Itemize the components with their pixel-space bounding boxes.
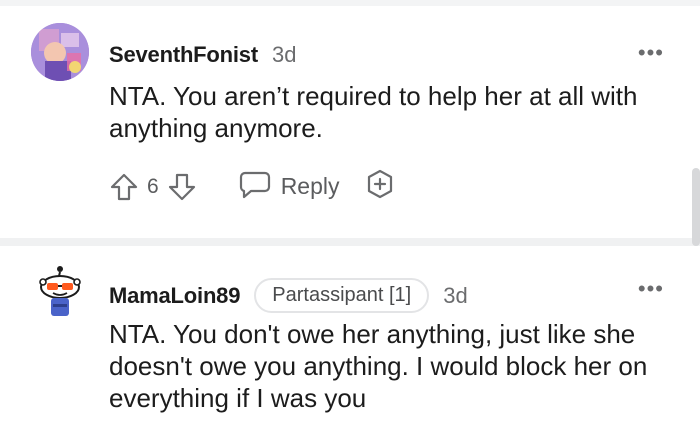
comment-body: NTA. You don't owe her anything, just li… [109,319,648,413]
reply-label: Reply [280,173,340,199]
speech-bubble-icon [239,169,271,204]
comment-age: 3d [443,282,468,308]
reply-button[interactable]: Reply [239,169,340,204]
user-flair-badge: Partassipant [1] [254,278,430,313]
comment-age: 3d [271,42,297,67]
user-avatar[interactable] [31,260,89,318]
scrollbar[interactable] [692,168,700,246]
comment-body: NTA. You aren’t required to help her at … [109,81,638,143]
downvote-arrow-icon[interactable] [167,172,197,202]
more-options-icon[interactable]: ••• [638,276,664,302]
more-options-icon[interactable]: ••• [638,40,664,66]
username[interactable]: MamaLoin89 [109,283,240,309]
comment-actions: 6 Reply [109,168,396,205]
comment-2: MamaLoin89 Partassipant [1] 3d ••• NTA. … [0,246,700,437]
username[interactable]: SeventhFonist [109,42,258,68]
comment-meta: SeventhFonist 3d [109,42,296,68]
comment-divider [0,238,700,246]
upvote-arrow-icon[interactable] [109,172,139,202]
vote-count: 6 [147,174,159,198]
comment-meta: MamaLoin89 Partassipant [1] 3d [109,278,468,313]
award-plus-icon[interactable] [364,168,396,205]
comment-1: SeventhFonist 3d ••• NTA. You aren’t req… [0,6,700,238]
user-avatar[interactable] [31,23,89,81]
